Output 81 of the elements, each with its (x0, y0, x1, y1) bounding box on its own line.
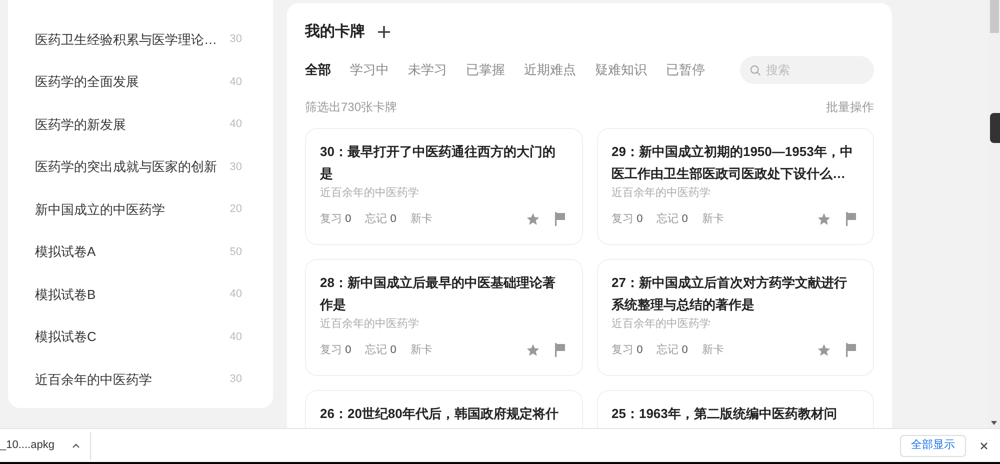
deck-count: 40 (230, 330, 242, 344)
filter-tab[interactable]: 近期难点 (524, 60, 576, 80)
sidebar-item[interactable]: 近百余年的中医药学 30 (35, 358, 246, 400)
forget-label: 忘记 0 (656, 212, 688, 226)
status-label: 新卡 (410, 212, 432, 226)
star-icon[interactable] (526, 212, 540, 226)
deck-name: 近百余年的中医药学 (320, 186, 420, 200)
sidebar-item[interactable]: 新中国成立的中医药学 20 (35, 188, 246, 230)
deck-count: 40 (230, 117, 242, 132)
filter-tab[interactable]: 学习中 (350, 60, 389, 80)
card-title: 28：新中国成立后最早的中医基础理论著作是 (320, 274, 556, 314)
status-label: 新卡 (410, 342, 432, 358)
review-label: 复习 0 (320, 212, 352, 226)
review-label: 复习 0 (612, 212, 643, 226)
status-label: 新卡 (702, 342, 724, 358)
deck-title: 近百余年的中医药学 (35, 370, 152, 388)
flag-icon[interactable] (554, 212, 566, 226)
filter-count: 筛选出730张卡牌 (305, 98, 398, 116)
flag-icon[interactable] (845, 212, 857, 226)
deck-count: 40 (230, 287, 242, 302)
deck-count: 30 (230, 32, 242, 47)
sidebar-item[interactable]: 模拟试卷C 40 (35, 316, 246, 358)
sidebar-item[interactable]: 模拟试卷A 50 (35, 230, 246, 273)
card-title: 30：最早打开了中医药通往西方的大门的是 (320, 142, 556, 182)
flag-icon[interactable] (554, 342, 566, 357)
deck-title: 医药学的新发展 (35, 116, 126, 134)
filter-tab[interactable]: 未学习 (408, 60, 447, 80)
card[interactable]: 30：最早打开了中医药通往西方的大门的是 近百余年的中医药学 复习 0 忘记 0 新卡 (305, 128, 582, 244)
card-title: 25：1963年，第二版统编中医药教材问 (612, 404, 838, 422)
deck-name: 近百余年的中医药学 (612, 186, 712, 200)
flag-icon[interactable] (845, 342, 857, 357)
deck-name: 近百余年的中医药学 (320, 316, 420, 332)
filter-tab[interactable]: 已掌握 (466, 60, 505, 80)
card-title: 27：新中国成立后首次对方药学文献进行系统整理与总结的著作是 (612, 274, 848, 314)
card-title: 29：新中国成立初期的1950—1953年，中医工作由卫生部医政司医政处下设什么… (612, 142, 854, 182)
filter-tab[interactable]: 疑难知识 (595, 60, 647, 80)
panel-title: 我的卡牌 (305, 22, 365, 42)
deck-title: 医药卫生经验积累与医学理论… (35, 30, 217, 48)
caret-up-icon[interactable] (72, 443, 80, 448)
card[interactable]: 28：新中国成立后最早的中医基础理论著作是 近百余年的中医药学 复习 0 忘记 0 新卡 (305, 258, 582, 376)
card[interactable]: 26：20世纪80年代后，韩国政府规定将什 (305, 390, 582, 428)
add-icon[interactable] (377, 25, 391, 40)
forget-label: 忘记 0 (365, 342, 396, 358)
deck-count: 20 (230, 202, 242, 217)
deck-title: 模拟试卷B (35, 286, 96, 304)
sidebar-item[interactable]: 医药学的新发展 40 (35, 103, 246, 146)
scrollbar-thumb[interactable] (990, 0, 998, 33)
deck-count: 40 (230, 74, 242, 90)
deck-title: 医药学的突出成就与医家的创新 (35, 158, 217, 176)
filter-tab[interactable]: 已暂停 (666, 60, 705, 80)
deck-title: 医药学的全面发展 (35, 73, 139, 91)
sidebar-item[interactable]: 医药学的全面发展 40 (35, 60, 246, 103)
status-label: 新卡 (702, 212, 724, 226)
deck-title: 新中国成立的中医药学 (35, 200, 165, 218)
sidebar-item[interactable]: 医药学的突出成就与医家的创新 30 (35, 146, 246, 188)
deck-title: 模拟试卷C (35, 328, 96, 346)
sidebar-item[interactable]: 模拟试卷B 40 (35, 273, 246, 316)
deck-count: 50 (230, 244, 242, 260)
forget-label: 忘记 0 (365, 212, 396, 226)
show-all-button[interactable]: 全部显示 (900, 434, 966, 456)
star-icon[interactable] (817, 342, 831, 357)
card[interactable]: 25：1963年，第二版统编中医药教材问 (596, 390, 874, 428)
search-icon (750, 64, 761, 76)
forget-label: 忘记 0 (656, 342, 688, 358)
deck-count: 30 (230, 372, 242, 387)
deck-title: 模拟试卷A (35, 243, 96, 261)
review-label: 复习 0 (320, 342, 352, 358)
review-label: 复习 0 (612, 342, 643, 358)
star-icon[interactable] (817, 212, 831, 226)
deck-name: 近百余年的中医药学 (612, 316, 712, 332)
filter-tab[interactable]: 全部 (305, 60, 331, 80)
card[interactable]: 27：新中国成立后首次对方药学文献进行系统整理与总结的著作是 近百余年的中医药学 复习 0 忘记 0 新卡 (596, 258, 874, 376)
star-icon[interactable] (526, 342, 540, 357)
close-icon[interactable] (980, 442, 988, 450)
scroll-down-icon[interactable] (991, 421, 997, 425)
card-title: 26：20世纪80年代后，韩国政府规定将什 (320, 404, 560, 422)
card[interactable]: 29：新中国成立初期的1950—1953年，中医工作由卫生部医政司医政处下设什么… 近百余年的中医药学 复习 0 忘记 0 新卡 (596, 128, 874, 244)
side-handle[interactable] (990, 113, 1000, 143)
download-file-name[interactable]: _10....apkg (0, 437, 54, 454)
sidebar-item[interactable]: 医药卫生经验积累与医学理论… 30 (35, 18, 246, 60)
deck-count: 30 (230, 160, 242, 174)
